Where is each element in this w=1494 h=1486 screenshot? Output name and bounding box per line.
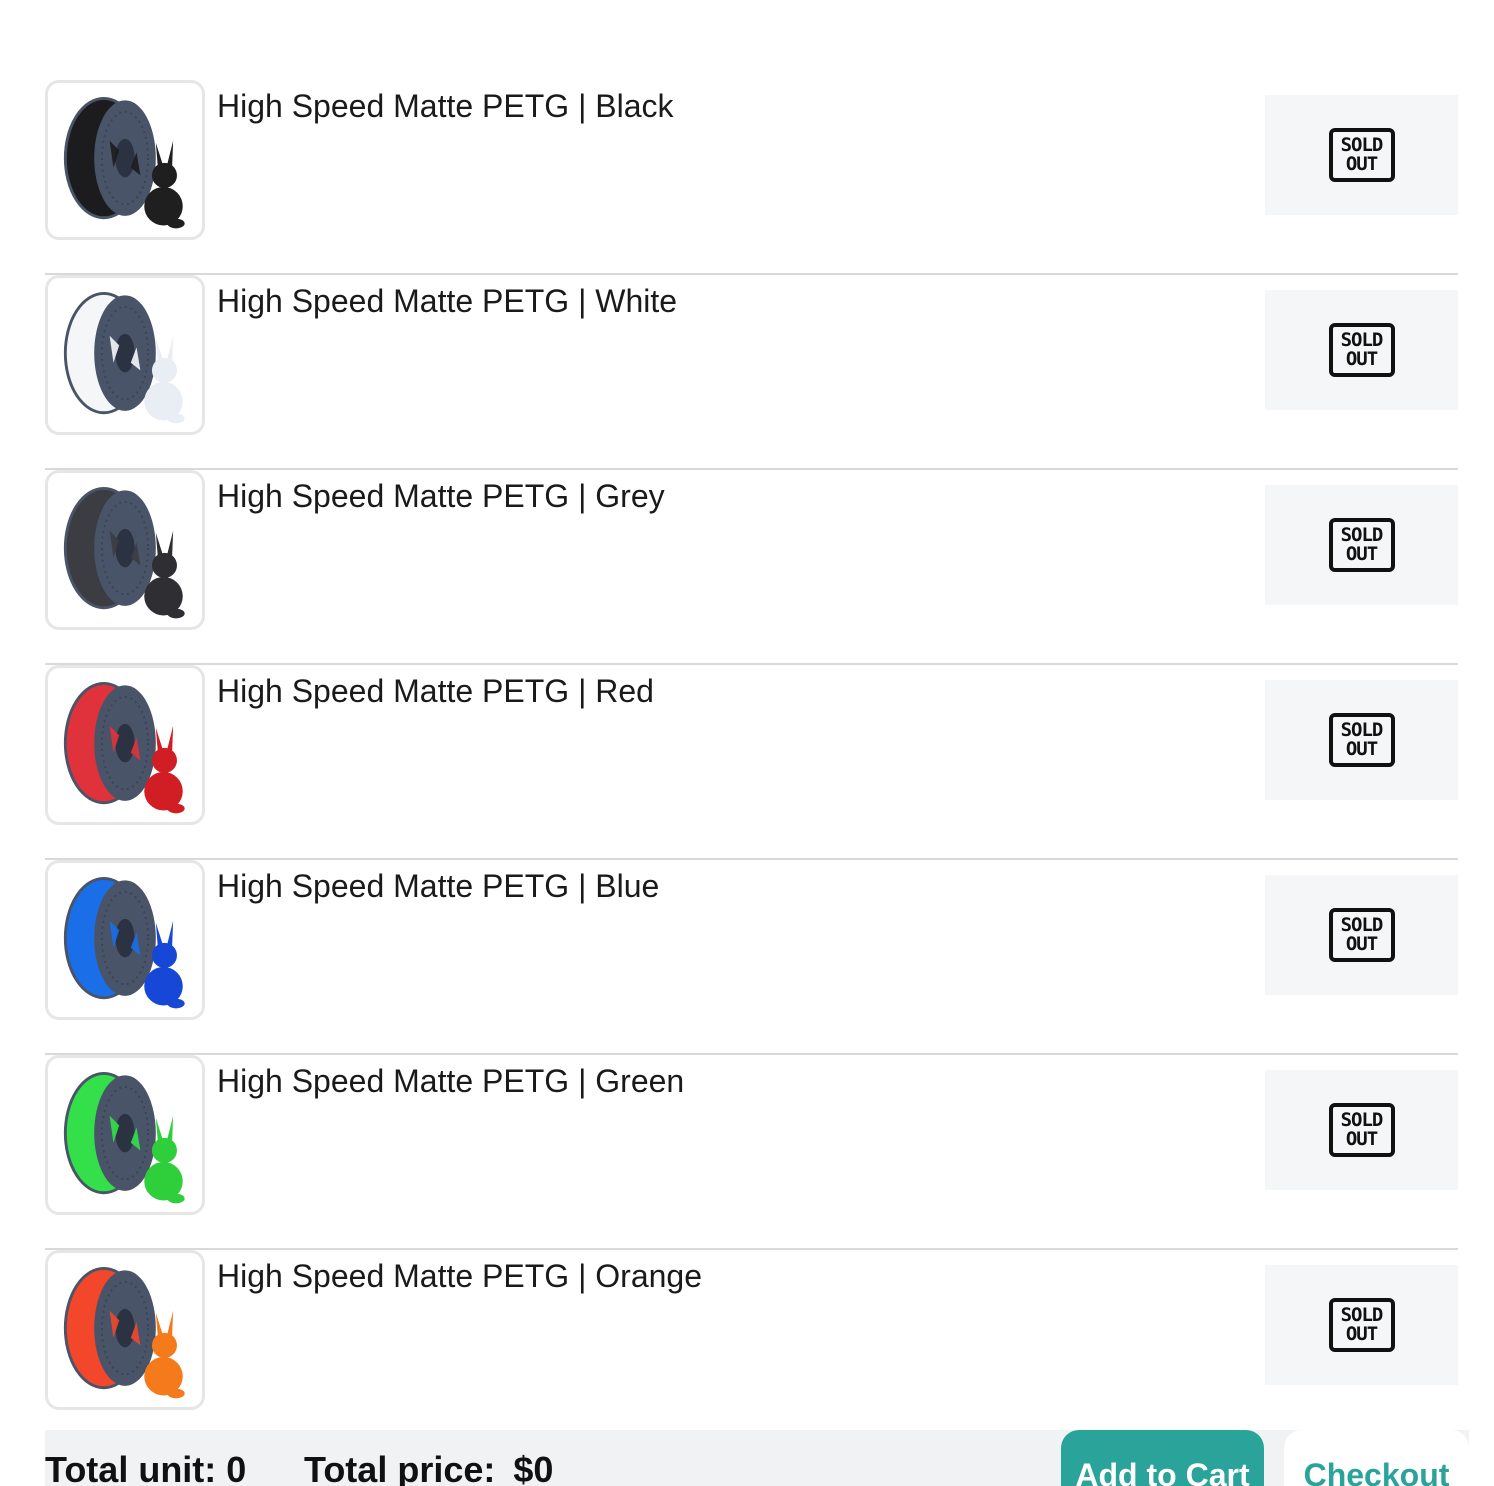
- out-text: OUT: [1345, 1323, 1378, 1345]
- product-title[interactable]: High Speed Matte PETG | Orange: [217, 1256, 702, 1296]
- product-row: High Speed Matte PETG | Red SOLD OUT: [45, 665, 1458, 860]
- sold-out-box: SOLD OUT: [1265, 290, 1458, 410]
- product-title[interactable]: High Speed Matte PETG | White: [217, 281, 677, 321]
- sold-out-icon: SOLD OUT: [1328, 908, 1395, 962]
- product-thumbnail[interactable]: [45, 470, 205, 630]
- total-unit: Total unit: 0: [45, 1449, 247, 1486]
- product-title[interactable]: High Speed Matte PETG | Blue: [217, 866, 659, 906]
- cart-footer: Total unit: 0 Total price: $0 Add to Cart…: [45, 1430, 1469, 1486]
- sold-out-box: SOLD OUT: [1265, 485, 1458, 605]
- sold-out-box: SOLD OUT: [1265, 1265, 1458, 1385]
- sold-out-icon: SOLD OUT: [1328, 1103, 1395, 1157]
- product-thumbnail[interactable]: [45, 860, 205, 1020]
- product-row: High Speed Matte PETG | Black SOLD OUT: [45, 80, 1458, 275]
- product-list: High Speed Matte PETG | Black SOLD OUT H…: [45, 80, 1458, 1445]
- product-row: High Speed Matte PETG | Grey SOLD OUT: [45, 470, 1458, 665]
- product-thumbnail[interactable]: [45, 1055, 205, 1215]
- filament-spool-icon: [63, 681, 185, 814]
- product-thumbnail[interactable]: [45, 665, 205, 825]
- product-title[interactable]: High Speed Matte PETG | Grey: [217, 476, 665, 516]
- product-thumbnail[interactable]: [45, 80, 205, 240]
- total-price-value: $0: [513, 1449, 554, 1486]
- out-text: OUT: [1345, 738, 1378, 760]
- product-row: High Speed Matte PETG | Green SOLD OUT: [45, 1055, 1458, 1250]
- checkout-button[interactable]: Checkout: [1284, 1430, 1469, 1486]
- total-price-label: Total price:: [304, 1449, 496, 1486]
- product-row: High Speed Matte PETG | Blue SOLD OUT: [45, 860, 1458, 1055]
- product-thumbnail[interactable]: [45, 1250, 205, 1410]
- sold-out-icon: SOLD OUT: [1328, 1298, 1395, 1352]
- sold-out-box: SOLD OUT: [1265, 875, 1458, 995]
- product-title[interactable]: High Speed Matte PETG | Green: [217, 1061, 684, 1101]
- product-row: High Speed Matte PETG | White SOLD OUT: [45, 275, 1458, 470]
- sold-out-box: SOLD OUT: [1265, 680, 1458, 800]
- product-title[interactable]: High Speed Matte PETG | Red: [217, 671, 654, 711]
- sold-out-box: SOLD OUT: [1265, 95, 1458, 215]
- total-price: Total price: $0: [304, 1450, 553, 1486]
- filament-spool-icon: [63, 486, 185, 619]
- out-text: OUT: [1345, 153, 1378, 175]
- sold-out-icon: SOLD OUT: [1328, 128, 1395, 182]
- sold-out-icon: SOLD OUT: [1328, 518, 1395, 572]
- filament-spool-icon: [63, 1266, 185, 1399]
- add-to-cart-button[interactable]: Add to Cart: [1061, 1430, 1264, 1486]
- sold-out-icon: SOLD OUT: [1328, 713, 1395, 767]
- product-row: High Speed Matte PETG | Orange SOLD OUT: [45, 1250, 1458, 1445]
- filament-spool-icon: [63, 96, 185, 229]
- sold-out-box: SOLD OUT: [1265, 1070, 1458, 1190]
- product-thumbnail[interactable]: [45, 275, 205, 435]
- filament-spool-icon: [63, 876, 185, 1009]
- out-text: OUT: [1345, 933, 1378, 955]
- sold-out-icon: SOLD OUT: [1328, 323, 1395, 377]
- filament-spool-icon: [63, 291, 185, 424]
- out-text: OUT: [1345, 1128, 1378, 1150]
- out-text: OUT: [1345, 543, 1378, 565]
- filament-spool-icon: [63, 1071, 185, 1204]
- out-text: OUT: [1345, 348, 1378, 370]
- product-title[interactable]: High Speed Matte PETG | Black: [217, 86, 674, 126]
